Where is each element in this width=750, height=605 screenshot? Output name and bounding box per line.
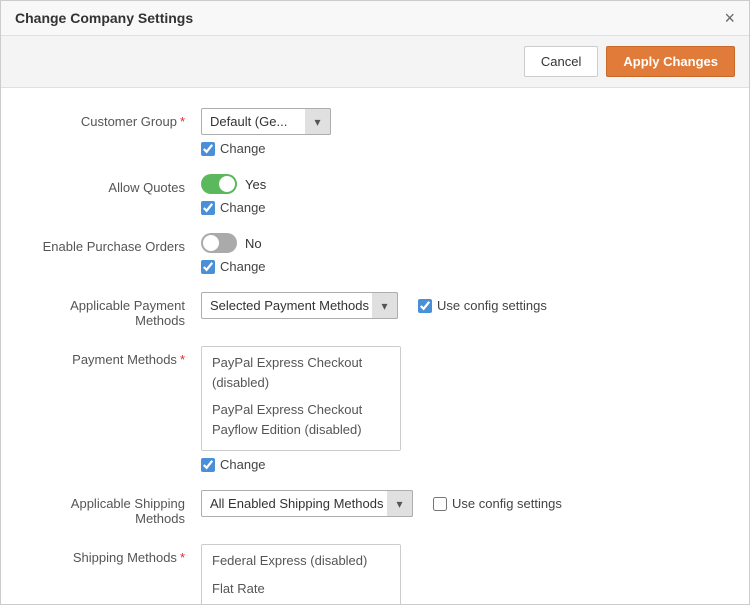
applicable-shipping-use-config-label[interactable]: Use config settings	[433, 496, 562, 511]
customer-group-row: Customer Group* Default (Ge... Change	[1, 108, 749, 156]
enable-purchase-orders-change-checkbox-label[interactable]: Change	[201, 259, 719, 274]
allow-quotes-change-checkbox[interactable]	[201, 201, 215, 215]
customer-group-controls: Default (Ge... Change	[201, 108, 719, 156]
allow-quotes-row: Allow Quotes Yes Change	[1, 174, 749, 215]
modal-body: Customer Group* Default (Ge... Change	[1, 88, 749, 604]
shipping-methods-listbox[interactable]: Federal Express (disabled) Flat Rate Bes…	[201, 544, 401, 604]
customer-group-change-checkbox-label[interactable]: Change	[201, 141, 719, 156]
enable-purchase-orders-toggle-slider	[201, 233, 237, 253]
customer-group-label: Customer Group*	[31, 108, 201, 129]
apply-changes-button[interactable]: Apply Changes	[606, 46, 735, 77]
enable-purchase-orders-toggle-text: No	[245, 236, 262, 251]
list-item[interactable]: Flat Rate	[202, 575, 400, 603]
allow-quotes-label: Allow Quotes	[31, 174, 201, 195]
list-item[interactable]: Best Way (disabled)	[202, 602, 400, 604]
applicable-shipping-use-config-checkbox[interactable]	[433, 497, 447, 511]
payment-methods-change-checkbox[interactable]	[201, 458, 215, 472]
applicable-shipping-methods-select-wrapper: All Enabled Shipping Methods	[201, 490, 413, 517]
shipping-methods-row: Shipping Methods* Federal Express (disab…	[1, 544, 749, 604]
enable-purchase-orders-label: Enable Purchase Orders	[31, 233, 201, 254]
customer-group-change-checkbox[interactable]	[201, 142, 215, 156]
payment-methods-listbox[interactable]: PayPal Express Checkout (disabled) PayPa…	[201, 346, 401, 451]
payment-methods-controls: PayPal Express Checkout (disabled) PayPa…	[201, 346, 719, 472]
applicable-payment-use-config-label[interactable]: Use config settings	[418, 298, 547, 313]
list-item[interactable]: Payment by cards or by PayPal account (d…	[202, 443, 400, 451]
customer-group-select-wrapper: Default (Ge...	[201, 108, 331, 135]
applicable-payment-methods-select[interactable]: Selected Payment Methods	[201, 292, 398, 319]
customer-group-select[interactable]: Default (Ge...	[201, 108, 331, 135]
list-item[interactable]: Federal Express (disabled)	[202, 547, 400, 575]
list-item[interactable]: PayPal Express Checkout (disabled)	[202, 349, 400, 396]
payment-methods-row: Payment Methods* PayPal Express Checkout…	[1, 346, 749, 472]
modal-header: Change Company Settings ×	[1, 1, 749, 36]
applicable-payment-methods-row: Applicable Payment Methods Selected Paym…	[1, 292, 749, 328]
applicable-shipping-methods-row: Applicable Shipping Methods All Enabled …	[1, 490, 749, 526]
allow-quotes-toggle-slider	[201, 174, 237, 194]
enable-purchase-orders-controls: No Change	[201, 233, 719, 274]
payment-methods-change-checkbox-label[interactable]: Change	[201, 457, 719, 472]
enable-purchase-orders-toggle[interactable]	[201, 233, 237, 253]
applicable-shipping-methods-select[interactable]: All Enabled Shipping Methods	[201, 490, 413, 517]
cancel-button[interactable]: Cancel	[524, 46, 598, 77]
modal-title: Change Company Settings	[15, 10, 193, 26]
enable-purchase-orders-row: Enable Purchase Orders No Change	[1, 233, 749, 274]
list-item[interactable]: PayPal Express Checkout Payflow Edition …	[202, 396, 400, 443]
applicable-payment-methods-label: Applicable Payment Methods	[31, 292, 201, 328]
allow-quotes-change-checkbox-label[interactable]: Change	[201, 200, 719, 215]
allow-quotes-toggle-text: Yes	[245, 177, 266, 192]
applicable-payment-use-config-checkbox[interactable]	[418, 299, 432, 313]
applicable-shipping-methods-label: Applicable Shipping Methods	[31, 490, 201, 526]
applicable-payment-methods-controls: Selected Payment Methods Use config sett…	[201, 292, 719, 319]
close-button[interactable]: ×	[724, 9, 735, 27]
modal: Change Company Settings × Cancel Apply C…	[0, 0, 750, 605]
allow-quotes-controls: Yes Change	[201, 174, 719, 215]
payment-methods-label: Payment Methods*	[31, 346, 201, 367]
applicable-shipping-methods-controls: All Enabled Shipping Methods Use config …	[201, 490, 719, 517]
shipping-methods-controls: Federal Express (disabled) Flat Rate Bes…	[201, 544, 719, 604]
shipping-methods-label: Shipping Methods*	[31, 544, 201, 565]
applicable-payment-methods-select-wrapper: Selected Payment Methods	[201, 292, 398, 319]
enable-purchase-orders-change-checkbox[interactable]	[201, 260, 215, 274]
allow-quotes-toggle[interactable]	[201, 174, 237, 194]
toolbar: Cancel Apply Changes	[1, 36, 749, 88]
